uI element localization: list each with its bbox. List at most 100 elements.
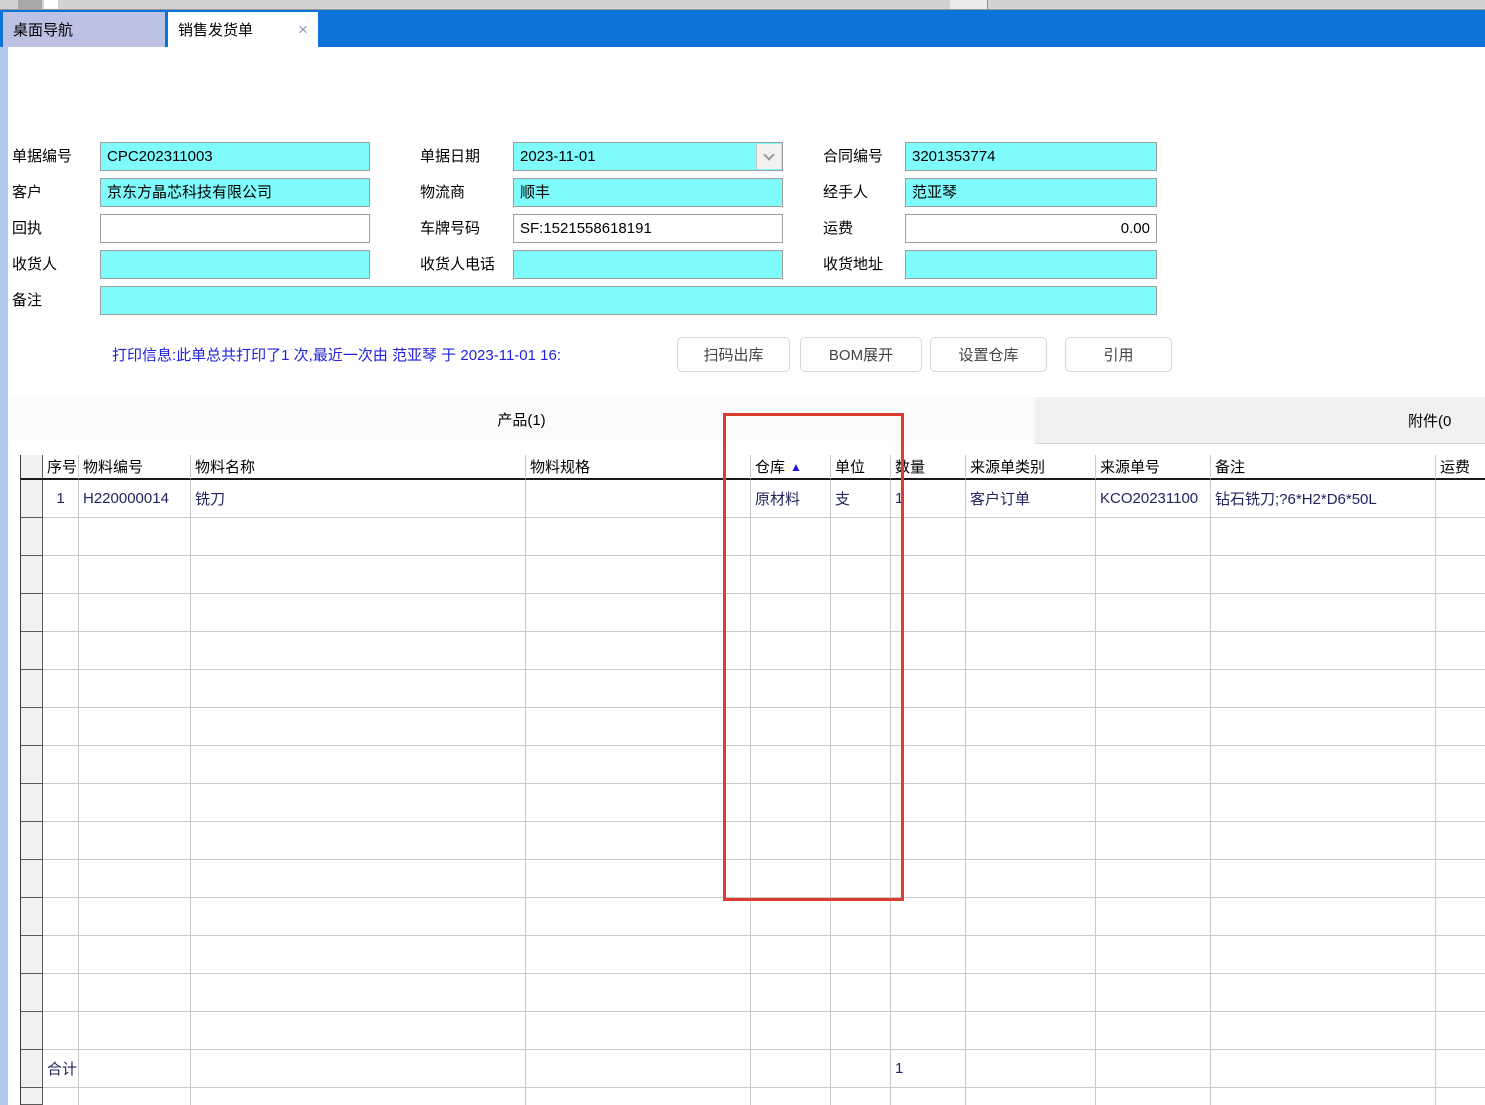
- empty-cell[interactable]: [526, 708, 751, 746]
- empty-cell[interactable]: [1096, 670, 1211, 708]
- empty-cell[interactable]: [1211, 708, 1436, 746]
- cell-source-no[interactable]: KCO20231100: [1096, 480, 1211, 518]
- empty-cell[interactable]: [1096, 556, 1211, 594]
- tab-desktop-navigation[interactable]: 桌面导航: [3, 12, 165, 47]
- doc-no-field[interactable]: CPC202311003: [100, 142, 370, 171]
- plate-no-field[interactable]: SF:1521558618191: [513, 214, 783, 243]
- row-indicator[interactable]: [21, 822, 43, 860]
- empty-cell[interactable]: [1211, 974, 1436, 1012]
- empty-cell[interactable]: [191, 1050, 526, 1088]
- empty-cell[interactable]: [966, 746, 1096, 784]
- row-indicator[interactable]: [21, 594, 43, 632]
- empty-cell[interactable]: [526, 936, 751, 974]
- empty-cell[interactable]: [1436, 746, 1485, 784]
- empty-cell[interactable]: [1096, 898, 1211, 936]
- empty-cell[interactable]: [751, 1012, 831, 1050]
- empty-cell[interactable]: [43, 784, 79, 822]
- row-indicator[interactable]: [21, 708, 43, 746]
- reference-button[interactable]: 引用: [1065, 337, 1172, 372]
- col-header-item-no[interactable]: 物料编号: [79, 455, 191, 480]
- empty-cell[interactable]: [1211, 898, 1436, 936]
- bom-expand-button[interactable]: BOM展开: [800, 337, 922, 372]
- empty-cell[interactable]: [79, 518, 191, 556]
- empty-cell[interactable]: [966, 860, 1096, 898]
- empty-cell[interactable]: [966, 632, 1096, 670]
- empty-cell[interactable]: [43, 822, 79, 860]
- empty-cell[interactable]: [1096, 746, 1211, 784]
- empty-cell[interactable]: [79, 708, 191, 746]
- empty-cell[interactable]: [79, 1012, 191, 1050]
- empty-cell[interactable]: [191, 898, 526, 936]
- contract-no-field[interactable]: 3201353774: [905, 142, 1157, 171]
- empty-cell[interactable]: [966, 670, 1096, 708]
- tab-sales-delivery-order[interactable]: 销售发货单 ×: [168, 12, 318, 47]
- empty-cell[interactable]: [526, 670, 751, 708]
- empty-cell[interactable]: [191, 556, 526, 594]
- empty-cell[interactable]: [1096, 860, 1211, 898]
- date-dropdown-button[interactable]: [756, 144, 781, 169]
- empty-cell[interactable]: [751, 936, 831, 974]
- empty-cell[interactable]: [966, 1088, 1096, 1105]
- empty-cell[interactable]: [79, 594, 191, 632]
- empty-cell[interactable]: [43, 518, 79, 556]
- empty-cell[interactable]: [1211, 860, 1436, 898]
- empty-cell[interactable]: [1211, 936, 1436, 974]
- row-indicator[interactable]: [21, 632, 43, 670]
- empty-cell[interactable]: [1436, 898, 1485, 936]
- empty-cell[interactable]: [526, 1050, 751, 1088]
- empty-cell[interactable]: [1096, 974, 1211, 1012]
- empty-cell[interactable]: [751, 1088, 831, 1105]
- empty-cell[interactable]: [891, 1012, 966, 1050]
- empty-cell[interactable]: [1211, 594, 1436, 632]
- handler-field[interactable]: 范亚琴: [905, 178, 1157, 207]
- col-header-remark[interactable]: 备注: [1211, 455, 1436, 480]
- empty-cell[interactable]: [831, 936, 891, 974]
- cell-item-no[interactable]: H220000014: [79, 480, 191, 518]
- empty-cell[interactable]: [1096, 784, 1211, 822]
- empty-cell[interactable]: [1211, 1012, 1436, 1050]
- row-indicator[interactable]: [21, 936, 43, 974]
- empty-cell[interactable]: [891, 936, 966, 974]
- empty-cell[interactable]: [191, 936, 526, 974]
- row-indicator[interactable]: [21, 556, 43, 594]
- empty-cell[interactable]: [79, 746, 191, 784]
- cell-freight[interactable]: [1436, 480, 1485, 518]
- empty-cell[interactable]: [891, 1088, 966, 1105]
- empty-cell[interactable]: [966, 1012, 1096, 1050]
- empty-cell[interactable]: [526, 822, 751, 860]
- empty-cell[interactable]: [79, 860, 191, 898]
- cell-source-type[interactable]: 客户订单: [966, 480, 1096, 518]
- empty-cell[interactable]: [43, 898, 79, 936]
- empty-cell[interactable]: [43, 974, 79, 1012]
- empty-cell[interactable]: [526, 1012, 751, 1050]
- empty-cell[interactable]: [966, 784, 1096, 822]
- empty-cell[interactable]: [191, 974, 526, 1012]
- row-indicator[interactable]: [21, 746, 43, 784]
- empty-cell[interactable]: [1096, 1050, 1211, 1088]
- empty-cell[interactable]: [1436, 670, 1485, 708]
- empty-cell[interactable]: [79, 1050, 191, 1088]
- empty-cell[interactable]: [966, 936, 1096, 974]
- cell-item-name[interactable]: 铣刀: [191, 480, 526, 518]
- empty-cell[interactable]: [79, 632, 191, 670]
- empty-cell[interactable]: [1096, 822, 1211, 860]
- empty-cell[interactable]: [1436, 518, 1485, 556]
- empty-cell[interactable]: [1436, 974, 1485, 1012]
- empty-cell[interactable]: [1096, 708, 1211, 746]
- empty-cell[interactable]: [1436, 1088, 1485, 1105]
- row-indicator[interactable]: [21, 1088, 43, 1105]
- empty-cell[interactable]: [966, 518, 1096, 556]
- row-indicator-header[interactable]: [21, 455, 43, 480]
- empty-cell[interactable]: [1436, 822, 1485, 860]
- empty-cell[interactable]: [1436, 556, 1485, 594]
- col-header-item-name[interactable]: 物料名称: [191, 455, 526, 480]
- row-indicator[interactable]: [21, 860, 43, 898]
- col-header-spec[interactable]: 物料规格: [526, 455, 751, 480]
- empty-cell[interactable]: [966, 594, 1096, 632]
- empty-cell[interactable]: [1436, 594, 1485, 632]
- empty-cell[interactable]: [191, 594, 526, 632]
- col-header-source-no[interactable]: 来源单号: [1096, 455, 1211, 480]
- empty-cell[interactable]: [526, 1088, 751, 1105]
- empty-cell[interactable]: [1096, 632, 1211, 670]
- col-header-freight[interactable]: 运费: [1436, 455, 1485, 480]
